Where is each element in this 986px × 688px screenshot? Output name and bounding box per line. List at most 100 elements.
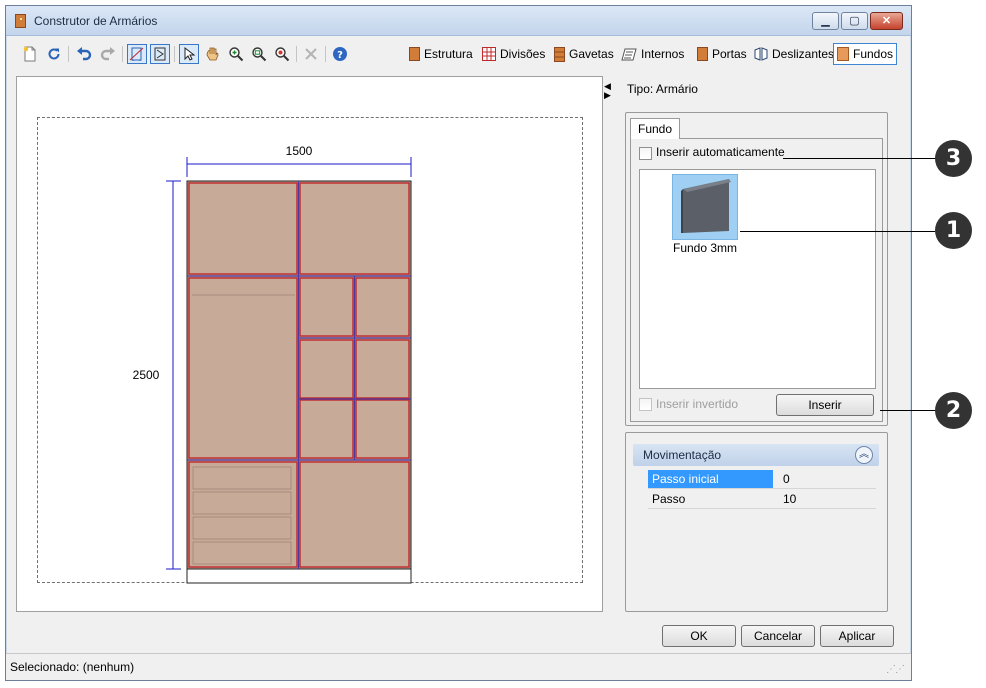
insert-inverted-label: Inserir invertido bbox=[656, 397, 739, 411]
resize-grip-icon[interactable]: ⋰⋰ bbox=[886, 664, 905, 675]
back-panel-cell[interactable] bbox=[355, 277, 410, 337]
insert-button[interactable]: Inserir bbox=[776, 394, 874, 416]
back-panel-cell[interactable] bbox=[299, 277, 354, 337]
minimize-icon: ▁ bbox=[821, 14, 830, 27]
wardrobe-plinth bbox=[186, 568, 412, 584]
tab-label: Portas bbox=[712, 47, 747, 61]
delete-icon[interactable] bbox=[301, 44, 321, 64]
undo-icon[interactable] bbox=[74, 44, 94, 64]
status-bar: Selecionado: (nenhum) ⋰⋰ bbox=[6, 653, 911, 680]
width-dimension-text: 1500 bbox=[286, 144, 313, 158]
refresh-icon[interactable] bbox=[44, 44, 64, 64]
tab-portas[interactable]: Portas bbox=[694, 43, 750, 65]
auto-insert-checkbox[interactable] bbox=[639, 147, 652, 160]
maximize-icon: ▢ bbox=[849, 14, 860, 27]
toolbar: ? Estrutura Divisões Gavetas Internos Po… bbox=[10, 40, 900, 68]
tab-label: Divisões bbox=[500, 47, 546, 61]
panel-toggle-icon[interactable]: ◀ ▶ bbox=[604, 82, 611, 100]
toolbar-separator bbox=[68, 46, 69, 62]
drawers-icon bbox=[554, 46, 565, 62]
close-icon: ✕ bbox=[881, 14, 892, 27]
window-title: Construtor de Armários bbox=[34, 14, 158, 28]
wardrobe-app-icon bbox=[15, 14, 26, 28]
tab-label: Estrutura bbox=[424, 47, 473, 61]
tab-fundos[interactable]: Fundos bbox=[833, 43, 898, 65]
tab-label: Fundos bbox=[853, 47, 894, 61]
cancel-button[interactable]: Cancelar bbox=[741, 625, 815, 647]
select-icon[interactable] bbox=[179, 44, 199, 64]
movement-header[interactable]: Movimentação ︽ bbox=[633, 444, 879, 466]
list-item-label[interactable]: Fundo 3mm bbox=[660, 241, 750, 255]
apply-button[interactable]: Aplicar bbox=[820, 625, 894, 647]
movement-group: Movimentação ︽ Passo inicial 0 Passo 10 bbox=[625, 432, 888, 612]
back-panel-icon bbox=[837, 47, 849, 61]
property-name[interactable]: Passo bbox=[648, 490, 773, 508]
zoom-window-icon[interactable] bbox=[249, 44, 269, 64]
help-icon[interactable]: ? bbox=[330, 44, 350, 64]
toolbar-separator bbox=[174, 46, 175, 62]
movement-title: Movimentação bbox=[643, 448, 722, 462]
callout-badge: 3 bbox=[935, 140, 972, 177]
insert-inverted-checkbox[interactable] bbox=[639, 398, 652, 411]
back-panel-list[interactable]: Fundo 3mm bbox=[639, 169, 876, 389]
tab-internos[interactable]: Internos bbox=[618, 43, 687, 65]
tab-label: Deslizantes bbox=[772, 47, 835, 61]
back-panel-cell[interactable] bbox=[299, 461, 410, 568]
tab-deslizantes[interactable]: Deslizantes bbox=[751, 43, 837, 65]
property-row[interactable]: Passo 10 bbox=[648, 490, 876, 509]
internals-icon bbox=[621, 48, 637, 61]
structure-icon bbox=[409, 47, 420, 61]
front-view-icon[interactable] bbox=[127, 44, 147, 64]
pan-icon[interactable] bbox=[202, 44, 222, 64]
status-text: Selecionado: (nenhum) bbox=[10, 660, 135, 674]
redo-icon[interactable] bbox=[98, 44, 118, 64]
zoom-in-icon[interactable] bbox=[226, 44, 246, 64]
wardrobe-drawing[interactable]: 1500 2500 bbox=[17, 77, 604, 613]
door-icon bbox=[697, 47, 708, 61]
toolbar-separator bbox=[296, 46, 297, 62]
minimize-button[interactable]: ▁ bbox=[812, 12, 839, 30]
property-value[interactable]: 10 bbox=[779, 490, 800, 508]
tab-fundo[interactable]: Fundo bbox=[630, 118, 681, 139]
height-dimension-text: 2500 bbox=[133, 368, 160, 382]
type-label: Tipo: Armário bbox=[627, 82, 698, 96]
fundo-tab-body: Inserir automaticamente Fundo 3mm Inseri… bbox=[630, 138, 883, 422]
callout-line bbox=[740, 231, 935, 232]
side-view-icon[interactable] bbox=[150, 44, 170, 64]
maximize-button[interactable]: ▢ bbox=[841, 12, 868, 30]
new-icon[interactable] bbox=[20, 44, 40, 64]
back-panel-cell[interactable] bbox=[188, 182, 298, 275]
callout-line bbox=[880, 410, 935, 411]
back-panel-cell[interactable] bbox=[355, 399, 410, 459]
svg-text:?: ? bbox=[337, 50, 343, 61]
back-panel-cell[interactable] bbox=[355, 339, 410, 399]
grid-icon bbox=[482, 47, 496, 61]
callout-badge: 1 bbox=[935, 212, 972, 249]
callout-line bbox=[783, 158, 935, 159]
drawing-canvas[interactable]: 1500 2500 bbox=[16, 76, 603, 612]
tab-label: Gavetas bbox=[569, 47, 614, 61]
chevron-up-icon[interactable]: ︽ bbox=[855, 446, 873, 464]
close-button[interactable]: ✕ bbox=[870, 12, 903, 30]
toolbar-separator bbox=[325, 46, 326, 62]
property-row[interactable]: Passo inicial 0 bbox=[648, 470, 876, 489]
fundo-group: Fundo Inserir automaticamente Fundo 3mm … bbox=[625, 112, 888, 426]
toolbar-separator bbox=[122, 46, 123, 62]
zoom-icon[interactable] bbox=[272, 44, 292, 64]
back-panel-cell[interactable] bbox=[299, 182, 410, 275]
back-panel-cell[interactable] bbox=[299, 339, 354, 399]
tab-estrutura[interactable]: Estrutura bbox=[406, 43, 476, 65]
ok-button[interactable]: OK bbox=[662, 625, 736, 647]
title-bar[interactable]: Construtor de Armários ▁ ▢ ✕ bbox=[6, 6, 911, 36]
sliding-door-icon bbox=[754, 47, 768, 61]
tab-label: Internos bbox=[641, 47, 685, 61]
property-name[interactable]: Passo inicial bbox=[648, 470, 773, 488]
auto-insert-label[interactable]: Inserir automaticamente bbox=[656, 145, 785, 159]
tab-divisoes[interactable]: Divisões bbox=[479, 43, 548, 65]
tab-gavetas[interactable]: Gavetas bbox=[551, 43, 617, 65]
back-panel-thumbnail[interactable] bbox=[672, 174, 738, 240]
callout-badge: 2 bbox=[935, 392, 972, 429]
property-value[interactable]: 0 bbox=[779, 470, 794, 488]
back-panel-cell[interactable] bbox=[299, 399, 354, 459]
back-panel-cell[interactable] bbox=[188, 277, 298, 459]
